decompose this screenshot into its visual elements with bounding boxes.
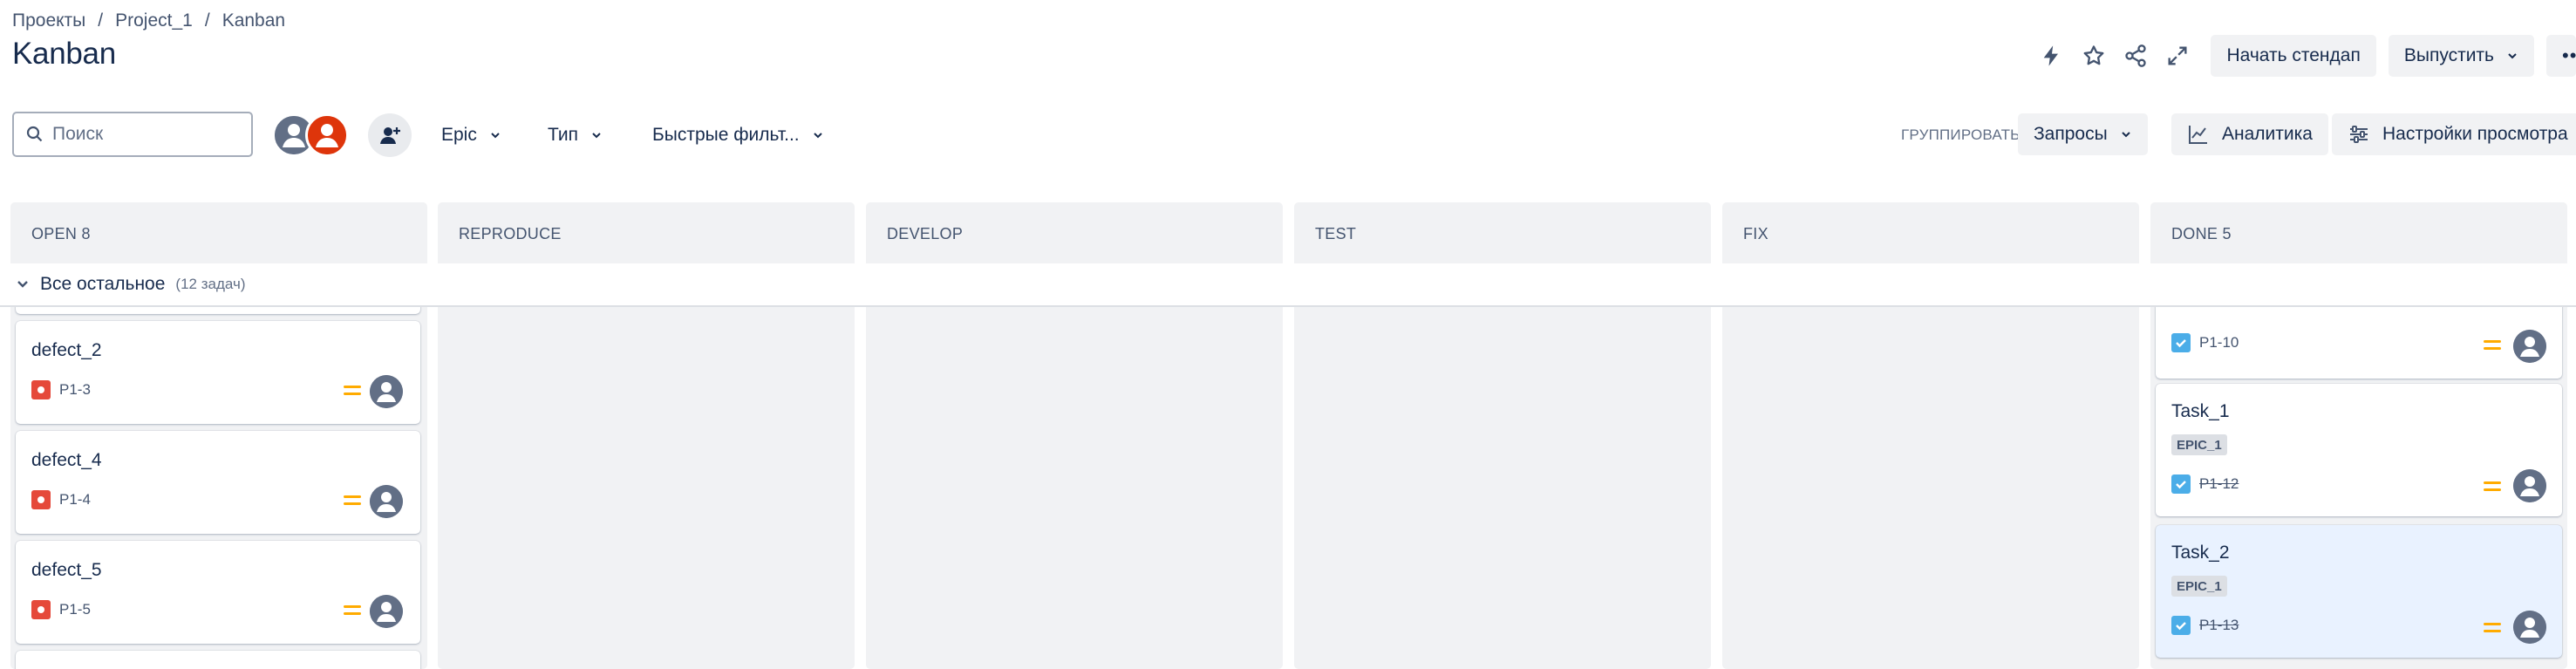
search-input[interactable] [52, 124, 227, 145]
issue-card[interactable]: Task_1 EPIC_1 P1-12 [2156, 384, 2562, 516]
column-title: REPRODUCE [459, 225, 562, 242]
card-title: defect_2 [31, 340, 102, 360]
view-settings-label: Настройки просмотра [2382, 124, 2568, 144]
group-by-value: Запросы [2034, 124, 2108, 144]
card-key-row: P1-3 [31, 380, 91, 399]
bug-icon [31, 600, 51, 619]
epic-filter-label: Epic [441, 125, 477, 145]
issue-key[interactable]: P1-10 [2199, 334, 2239, 352]
chevron-down-icon [2121, 132, 2130, 138]
automation-icon[interactable] [2031, 35, 2073, 77]
release-button[interactable]: Выпустить [2388, 35, 2534, 77]
start-standup-button[interactable]: Начать стендап [2211, 35, 2376, 77]
chevron-down-icon [491, 133, 500, 139]
bug-icon [31, 490, 51, 509]
swimlane-header[interactable]: Все остальное (12 задач) [0, 263, 2576, 307]
issue-card[interactable]: defect_2 P1-3 [16, 321, 420, 424]
issue-key[interactable]: P1-3 [59, 381, 91, 399]
chevron-down-icon [813, 133, 822, 139]
swimlane-count: (12 задач) [175, 276, 246, 292]
search-field[interactable] [12, 112, 253, 157]
quick-filters-label: Быстрые фильт... [652, 125, 800, 145]
breadcrumb-projects[interactable]: Проекты [12, 10, 85, 31]
column-title: OPEN 8 [31, 225, 91, 242]
priority-medium-icon [2484, 340, 2501, 352]
priority-medium-icon [2484, 481, 2501, 494]
avatar[interactable] [370, 595, 403, 628]
settings-sliders-icon [2350, 126, 2368, 143]
share-icon[interactable] [2115, 35, 2157, 77]
avatar[interactable] [305, 113, 349, 157]
bug-icon [31, 380, 51, 399]
avatar[interactable] [2513, 469, 2546, 502]
epic-lozenge[interactable]: EPIC_1 [2171, 434, 2227, 455]
add-people-button[interactable] [368, 113, 412, 157]
assignee-avatars [272, 113, 349, 157]
breadcrumb-separator: / [204, 10, 210, 31]
card-key-row: P1-13 [2171, 616, 2239, 635]
issue-card[interactable]: Task_2 EPIC_1 P1-13 [2156, 525, 2562, 658]
star-icon[interactable] [2073, 35, 2115, 77]
issue-key[interactable]: P1-12 [2199, 475, 2239, 493]
issue-card[interactable]: defect_5 P1-5 [16, 541, 420, 644]
task-icon [2171, 333, 2191, 352]
view-settings-button[interactable]: Настройки просмотра [2332, 113, 2576, 155]
epic-filter[interactable]: Epic [431, 113, 512, 157]
card-title: defect_5 [31, 560, 102, 580]
chart-icon [2189, 126, 2207, 144]
chevron-down-icon [2508, 53, 2517, 59]
priority-medium-icon [344, 605, 361, 618]
avatar[interactable] [2513, 611, 2546, 644]
task-icon [2171, 474, 2191, 494]
priority-medium-icon [344, 495, 361, 508]
column-title: FIX [1743, 225, 1768, 242]
issue-key[interactable]: P1-5 [59, 601, 91, 618]
card-key-row: P1-10 [2171, 333, 2239, 352]
breadcrumb-board[interactable]: Kanban [222, 10, 285, 31]
more-icon: ••• [2562, 44, 2576, 66]
card-title: Task_2 [2171, 543, 2230, 563]
swimlane-name: Все остальное [40, 274, 166, 294]
type-filter-label: Тип [548, 125, 579, 145]
priority-medium-icon [2484, 623, 2501, 635]
add-user-icon [380, 127, 400, 144]
card-key-row: P1-4 [31, 490, 91, 509]
analytics-button[interactable]: Аналитика [2171, 113, 2328, 155]
issue-key[interactable]: P1-4 [59, 491, 91, 509]
breadcrumb: Проекты / Project_1 / Kanban [12, 9, 285, 33]
issue-card[interactable]: defect_4 P1-4 [16, 431, 420, 534]
chevron-down-icon [17, 281, 28, 288]
task-icon [2171, 616, 2191, 635]
avatar[interactable] [370, 375, 403, 408]
type-filter[interactable]: Тип [537, 113, 613, 157]
column-title: TEST [1315, 225, 1357, 242]
chevron-down-icon [592, 133, 601, 139]
page-title: Kanban [12, 37, 116, 71]
group-by-label: ГРУППИРОВАТЬ [1901, 126, 2021, 143]
start-standup-label: Начать стендап [2226, 45, 2361, 65]
issue-card[interactable] [16, 651, 420, 669]
avatar[interactable] [370, 485, 403, 518]
fullscreen-icon[interactable] [2157, 35, 2198, 77]
column-title: DONE 5 [2171, 225, 2232, 242]
group-by-select[interactable]: Запросы [2018, 113, 2148, 155]
breadcrumb-separator: / [98, 10, 104, 31]
breadcrumb-project[interactable]: Project_1 [115, 10, 193, 31]
column-title: DEVELOP [887, 225, 964, 242]
search-icon [26, 126, 43, 142]
issue-key[interactable]: P1-13 [2199, 617, 2239, 634]
card-title: Task_1 [2171, 401, 2230, 421]
analytics-label: Аналитика [2222, 124, 2313, 144]
epic-lozenge[interactable]: EPIC_1 [2171, 576, 2227, 597]
quick-filters[interactable]: Быстрые фильт... [642, 113, 835, 157]
card-key-row: P1-5 [31, 600, 91, 619]
card-key-row: P1-12 [2171, 474, 2239, 494]
avatar[interactable] [2513, 330, 2546, 363]
priority-medium-icon [344, 386, 361, 398]
more-actions-button[interactable]: ••• [2546, 35, 2576, 77]
header-actions: Начать стендап Выпустить ••• [2031, 35, 2576, 77]
release-label: Выпустить [2403, 45, 2494, 65]
card-title: defect_4 [31, 450, 102, 470]
